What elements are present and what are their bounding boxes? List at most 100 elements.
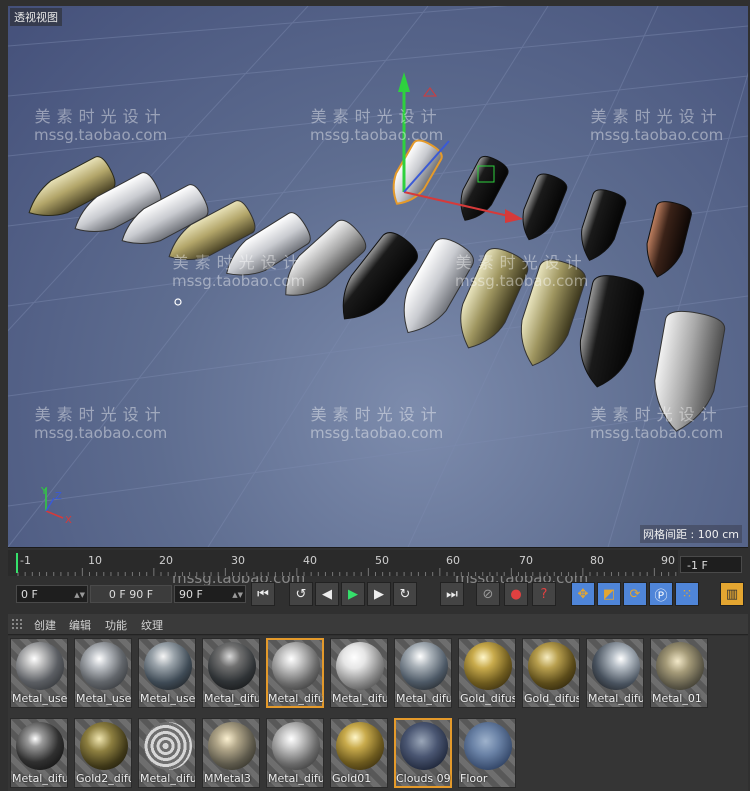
material-label: Gold_difus [524,692,580,705]
material-swatch[interactable]: Gold_difus [458,638,516,708]
material-preview-sphere [272,722,320,770]
material-swatch[interactable]: Metal_difu [586,638,644,708]
end-frame-field[interactable]: 90 F ▲▼ [174,585,246,603]
material-preview-sphere [656,642,704,690]
material-swatch[interactable]: Metal_difu [10,718,68,788]
material-swatch[interactable]: Metal_usec [138,638,196,708]
material-swatch[interactable]: Metal_usec [10,638,68,708]
loop-back-icon: ↺ [295,586,307,602]
material-swatch[interactable]: Metal_difu [394,638,452,708]
material-label: Metal_usec [76,692,132,705]
tick-label: 70 [519,554,533,567]
record-motion-button[interactable]: ⊘ [476,582,500,606]
menu-function[interactable]: 功能 [105,617,127,633]
grip-icon[interactable] [12,619,22,629]
axis-label-x: X [65,515,72,526]
axis-label-y: Y [40,486,48,497]
material-preview-sphere [336,722,384,770]
record-icon: ● [510,586,522,602]
material-label: MMetal3 [204,772,251,785]
material-swatch[interactable]: Gold01 [330,718,388,788]
parameter-button[interactable]: Ⓟ [649,582,673,606]
tick-label: 90 [661,554,675,567]
material-label: Metal_01 [652,692,702,705]
material-swatch[interactable]: Gold2_difu [74,718,132,788]
pla-button[interactable]: ⁙ [675,582,699,606]
tick-label: 10 [88,554,102,567]
material-swatch[interactable]: Gold_difus [522,638,580,708]
go-to-start-button[interactable]: ⏮ [251,582,275,606]
tick-label: 60 [446,554,460,567]
material-label: Metal_difu [204,692,260,705]
material-label: Floor [460,772,488,785]
material-swatch[interactable]: Metal_usec [74,638,132,708]
move-arrows-icon: ✥ [577,586,589,602]
material-swatch[interactable]: Metal_difu [202,638,260,708]
timeline-ticks [17,568,677,576]
next-key-button[interactable]: ↻ [393,582,417,606]
material-label: Gold_difus [460,692,516,705]
material-label: Metal_usec [12,692,68,705]
material-preview-sphere [400,642,448,690]
play-button[interactable]: ▶ [341,582,365,606]
menu-texture[interactable]: 纹理 [141,617,163,633]
material-preview-sphere [464,642,512,690]
material-label: Metal_difu [396,692,452,705]
perspective-viewport[interactable]: Y Z X 透视视图 网格间距 : 100 cm [8,6,748,548]
preview-range-field[interactable]: 0 F 90 F [90,585,172,603]
material-preview-sphere [336,642,384,690]
material-preview-sphere [16,642,64,690]
axis-triad: Y Z X [40,486,72,526]
material-swatch[interactable]: Metal_difu [138,718,196,788]
rotate-tool-button[interactable]: ⟳ [623,582,647,606]
material-label: Metal_difu [140,772,196,785]
material-preview-sphere [592,642,640,690]
material-label: Gold01 [332,772,372,785]
viewport-title[interactable]: 透视视图 [10,8,62,26]
scale-icon: ◩ [602,586,616,602]
material-swatch[interactable]: MMetal3 [202,718,260,788]
material-swatch[interactable]: Floor [458,718,516,788]
start-frame-field[interactable]: 0 F ▲▼ [16,585,88,603]
rotate-icon: ⟳ [629,586,641,602]
material-preview-sphere [528,642,576,690]
cursor-marker [174,298,182,306]
menu-create[interactable]: 创建 [34,617,56,633]
material-swatch[interactable]: Metal_01 [650,638,708,708]
tick-label: 20 [159,554,173,567]
film-icon: ▥ [725,586,739,602]
prev-frame-button[interactable]: ◀ [315,582,339,606]
material-swatch[interactable]: Metal_difu [266,638,324,708]
record-keys-button[interactable]: ● [504,582,528,606]
viewport-scene: Y Z X [8,6,748,547]
prev-key-button[interactable]: ↺ [289,582,313,606]
material-swatch[interactable]: Metal_difu [330,638,388,708]
material-preview-sphere [144,642,192,690]
move-tool-button[interactable]: ✥ [571,582,595,606]
material-label: Metal_difu [588,692,644,705]
scale-tool-button[interactable]: ◩ [597,582,621,606]
material-preview-sphere [80,722,128,770]
film-strip-button[interactable]: ▥ [720,582,744,606]
autokey-help-button[interactable]: ? [532,582,556,606]
tick-label: 80 [590,554,604,567]
playhead[interactable] [16,553,18,573]
timeline-ruler[interactable]: -1 10 20 30 40 50 60 70 80 90 [8,550,678,576]
loop-forward-icon: ↻ [399,586,411,602]
material-swatch[interactable]: Clouds 09 [394,718,452,788]
current-frame-field[interactable]: -1 F [680,556,742,573]
question-icon: ? [540,586,548,602]
material-label: Metal_difu [12,772,68,785]
material-preview-sphere [16,722,64,770]
material-label: Metal_usec [140,692,196,705]
material-label: Gold2_difu [76,772,132,785]
tick-label: 50 [375,554,389,567]
material-label: Metal_difu [268,772,324,785]
go-to-end-button[interactable]: ⏭ [440,582,464,606]
tick-label: -1 [20,554,31,567]
next-frame-button[interactable]: ▶ [367,582,391,606]
menu-edit[interactable]: 编辑 [69,617,91,633]
material-swatch[interactable]: Metal_difu [266,718,324,788]
material-preview-sphere [144,722,192,770]
playback-controls: 0 F ▲▼ 0 F 90 F 90 F ▲▼ ⏮ ↺ ◀ ▶ ▶ ↻ ⏭ ⊘ ● … [8,580,748,608]
